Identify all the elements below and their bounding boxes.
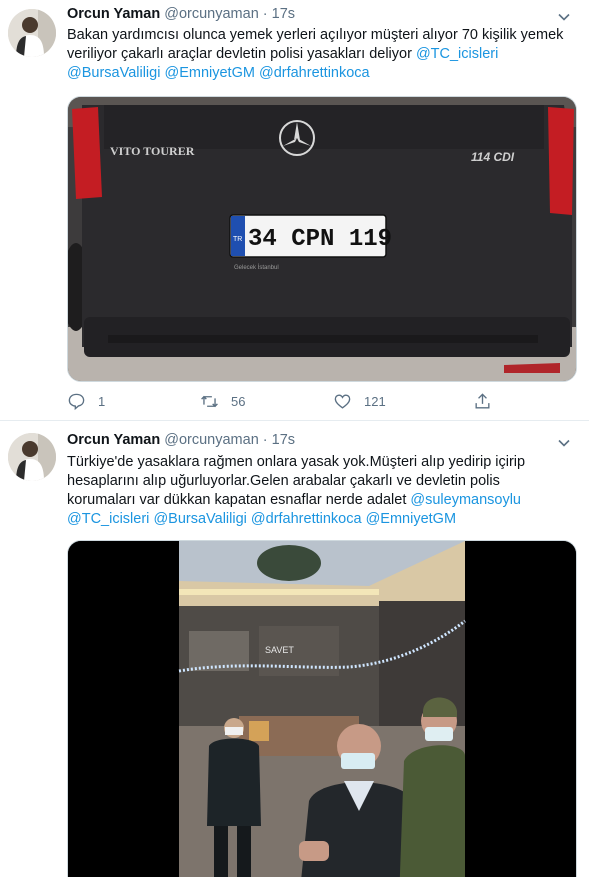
mention-link[interactable]: @suleymansoylu [410,492,521,508]
like-count: 121 [364,393,386,409]
tweet-text: Bakan yardımcısı olunca yemek yerleri aç… [67,26,567,83]
mention-link[interactable]: @EmniyetGM [366,511,456,527]
retweet-icon [201,395,218,407]
tweet-photo[interactable]: VITO TOURER 114 CDI TR 34 CPN 119 Gelece… [67,96,577,382]
tweet-2[interactable]: Orcun Yaman @orcunyaman · 17s Türkiye'de… [0,421,589,877]
text-line: @TC_icisleri @BursaValiligi @drfahrettin… [67,510,567,529]
author-handle[interactable]: @orcunyaman [164,6,259,22]
reply-icon [68,393,85,410]
svg-text:TR: TR [233,236,242,243]
tweet-video[interactable]: SAVET [67,540,577,877]
mall-video-frame: SAVET [68,541,576,877]
svg-text:34 CPN 119: 34 CPN 119 [248,226,392,253]
license-plate: TR 34 CPN 119 [229,214,392,258]
text-line: korumaları var dükkan kapatan esnaflar n… [67,492,522,508]
mention-link[interactable]: @drfahrettinkoca [251,511,362,527]
author-name[interactable]: Orcun Yaman [67,6,160,22]
avatar-photo [8,433,56,481]
text-line: Bakan yardımcısı olunca yemek yerleri aç… [67,27,564,43]
tweet-actions: 1 56 121 [67,390,507,414]
text-line: veriliyor çakarlı araçlar devletin polis… [67,46,499,62]
mention-link[interactable]: @drfahrettinkoca [259,65,370,81]
tweet-1[interactable]: Orcun Yaman @orcunyaman · 17s Bakan yard… [0,0,589,421]
timestamp[interactable]: 17s [272,432,295,448]
mention-link[interactable]: @EmniyetGM [164,65,254,81]
mention-link[interactable]: @TC_icisleri [416,46,498,62]
badge-left: VITO TOURER [110,144,195,158]
author-handle[interactable]: @orcunyaman [164,432,259,448]
avatar-photo [8,9,56,57]
chevron-down-icon[interactable] [557,436,571,450]
retweet-button[interactable]: 56 [200,390,245,412]
heart-icon [334,393,351,409]
mention-link[interactable]: @BursaValiligi [153,511,246,527]
chevron-down-icon[interactable] [557,10,571,24]
share-icon [475,392,490,409]
text-line: hesaplarını alıp uğurluyorlar.Gelen arab… [67,473,500,489]
avatar[interactable] [8,433,56,481]
tweet-text: Türkiye'de yasaklara rağmen onlara yasak… [67,453,567,529]
timestamp[interactable]: 17s [272,6,295,22]
author-name[interactable]: Orcun Yaman [67,432,160,448]
van-rear-photo: VITO TOURER 114 CDI TR 34 CPN 119 Gelece… [68,97,576,381]
store-sign: SAVET [265,645,294,655]
share-button[interactable] [473,390,492,412]
reply-count: 1 [98,393,106,409]
like-button[interactable]: 121 [333,390,386,412]
svg-text:Gelecek İstanbul: Gelecek İstanbul [234,264,279,271]
mention-link[interactable]: @TC_icisleri [67,511,149,527]
mention-link[interactable]: @BursaValiligi [67,65,160,81]
text-line: Türkiye'de yasaklara rağmen onlara yasak… [67,454,526,470]
tweet-header: Orcun Yaman @orcunyaman · 17s [67,6,295,26]
tweet-header: Orcun Yaman @orcunyaman · 17s [67,432,295,452]
separator: · [262,432,268,448]
reply-button[interactable]: 1 [67,390,105,412]
text-line: @BursaValiligi @EmniyetGM @drfahrettinko… [67,64,567,83]
separator: · [262,6,268,22]
badge-right: 114 CDI [471,150,515,164]
retweet-count: 56 [231,393,246,409]
avatar[interactable] [8,9,56,57]
